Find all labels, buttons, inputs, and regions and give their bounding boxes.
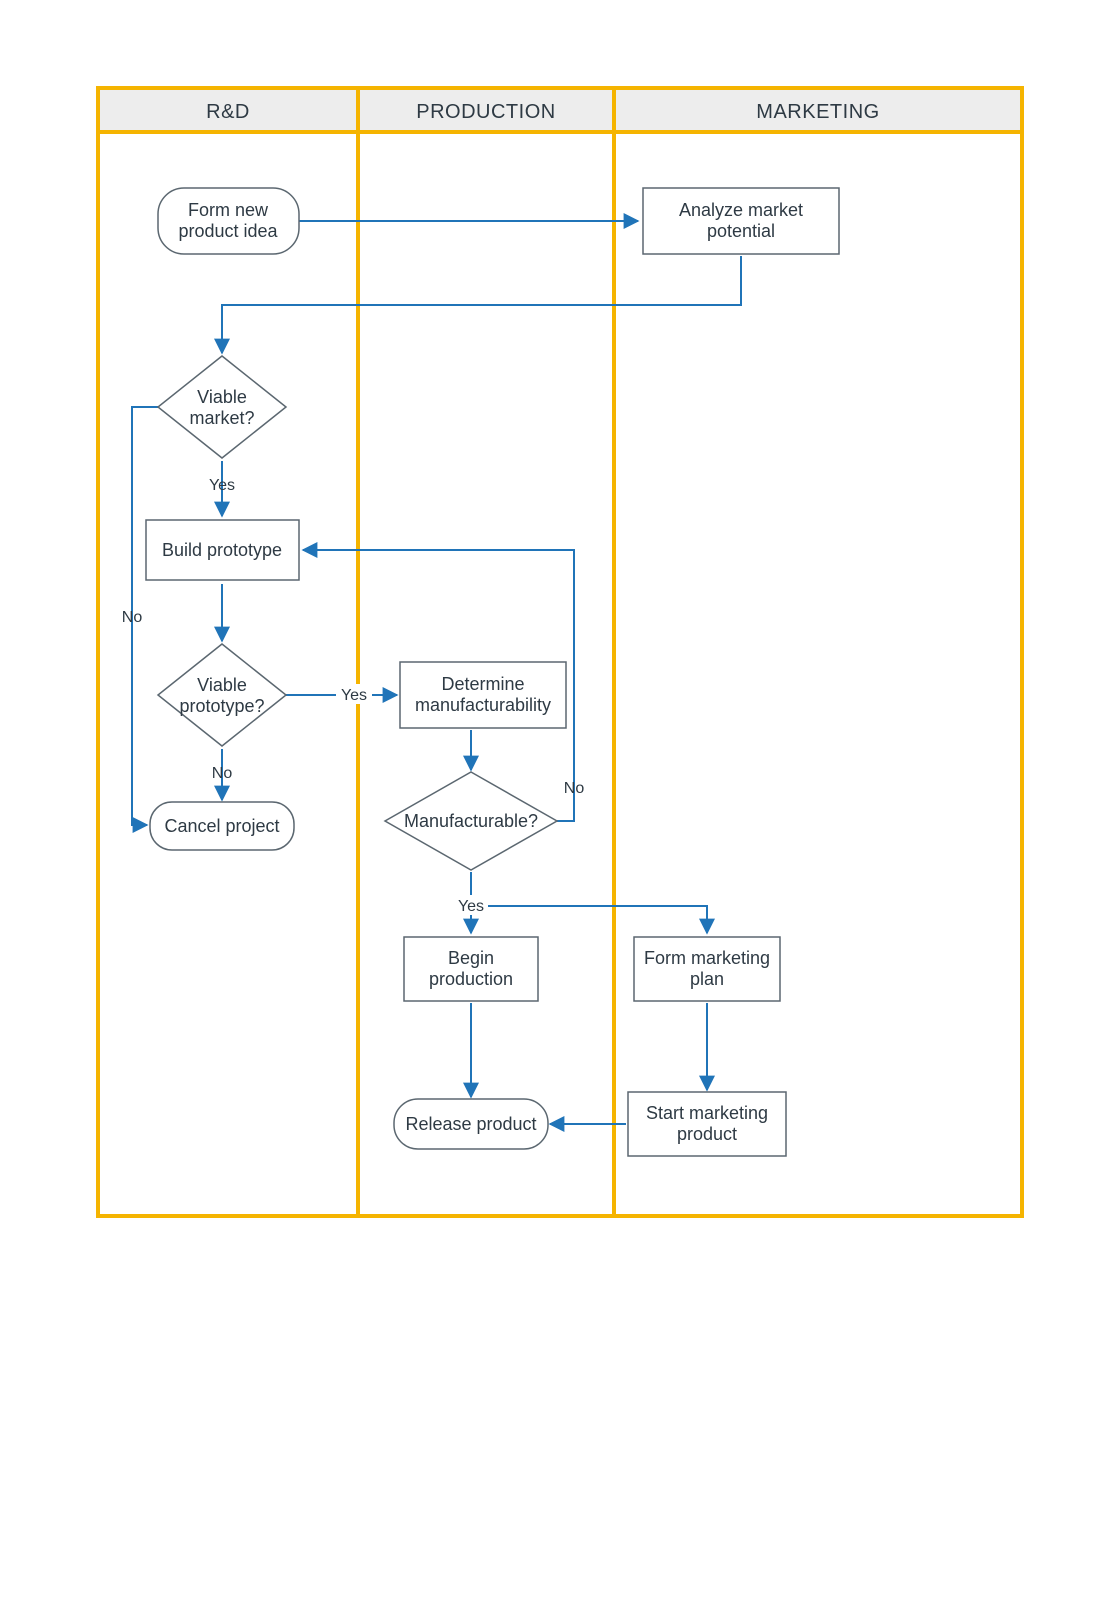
svg-text:Cancel project: Cancel project bbox=[164, 816, 279, 836]
svg-text:Viable: Viable bbox=[197, 387, 247, 407]
svg-text:potential: potential bbox=[707, 221, 775, 241]
svg-text:Viable: Viable bbox=[197, 675, 247, 695]
svg-text:Start marketing: Start marketing bbox=[646, 1103, 768, 1123]
label-viablemarket-yes: Yes bbox=[209, 477, 235, 494]
svg-text:product idea: product idea bbox=[178, 221, 278, 241]
svg-text:manufacturability: manufacturability bbox=[415, 695, 551, 715]
lane-header-marketing: MARKETING bbox=[756, 101, 879, 123]
node-release-product: Release product bbox=[394, 1099, 548, 1149]
node-viable-market: Viable market? bbox=[158, 356, 286, 458]
label-viableproto-no: No bbox=[212, 765, 233, 782]
svg-text:Manufacturable?: Manufacturable? bbox=[404, 811, 538, 831]
svg-text:plan: plan bbox=[690, 969, 724, 989]
node-determine-mfg: Determine manufacturability bbox=[400, 662, 566, 728]
node-analyze-market: Analyze market potential bbox=[643, 188, 839, 254]
svg-text:product: product bbox=[677, 1124, 737, 1144]
svg-text:Build prototype: Build prototype bbox=[162, 540, 282, 560]
lane-header-production: PRODUCTION bbox=[416, 101, 555, 123]
swimlane-outer-frame bbox=[98, 88, 1022, 1216]
label-viablemarket-no: No bbox=[122, 609, 143, 626]
lane-header-rd: R&D bbox=[206, 101, 250, 123]
svg-text:Form marketing: Form marketing bbox=[644, 948, 770, 968]
node-form-idea: Form new product idea bbox=[158, 188, 299, 254]
node-manufacturable: Manufacturable? bbox=[385, 772, 557, 870]
edge-manufacturable-yes-marketing bbox=[471, 906, 707, 933]
node-begin-production: Begin production bbox=[404, 937, 538, 1001]
label-viableproto-yes: Yes bbox=[341, 687, 367, 704]
label-manufacturable-yes: Yes bbox=[458, 898, 484, 915]
node-cancel-project: Cancel project bbox=[150, 802, 294, 850]
node-form-marketing-plan: Form marketing plan bbox=[634, 937, 780, 1001]
svg-text:Determine: Determine bbox=[441, 674, 524, 694]
flowchart-svg: R&D PRODUCTION MARKETING Y bbox=[0, 0, 1120, 1600]
svg-text:Begin: Begin bbox=[448, 948, 494, 968]
svg-text:Analyze market: Analyze market bbox=[679, 200, 803, 220]
svg-text:Release product: Release product bbox=[405, 1114, 536, 1134]
node-start-marketing: Start marketing product bbox=[628, 1092, 786, 1156]
svg-text:Form new: Form new bbox=[188, 200, 269, 220]
svg-text:production: production bbox=[429, 969, 513, 989]
svg-text:prototype?: prototype? bbox=[179, 696, 264, 716]
svg-text:market?: market? bbox=[189, 408, 254, 428]
edge-analyze-to-viablemarket bbox=[222, 256, 741, 353]
node-viable-prototype: Viable prototype? bbox=[158, 644, 286, 746]
node-build-prototype: Build prototype bbox=[146, 520, 299, 580]
label-manufacturable-no: No bbox=[564, 780, 585, 797]
flowchart-stage: R&D PRODUCTION MARKETING Y bbox=[0, 0, 1120, 1600]
